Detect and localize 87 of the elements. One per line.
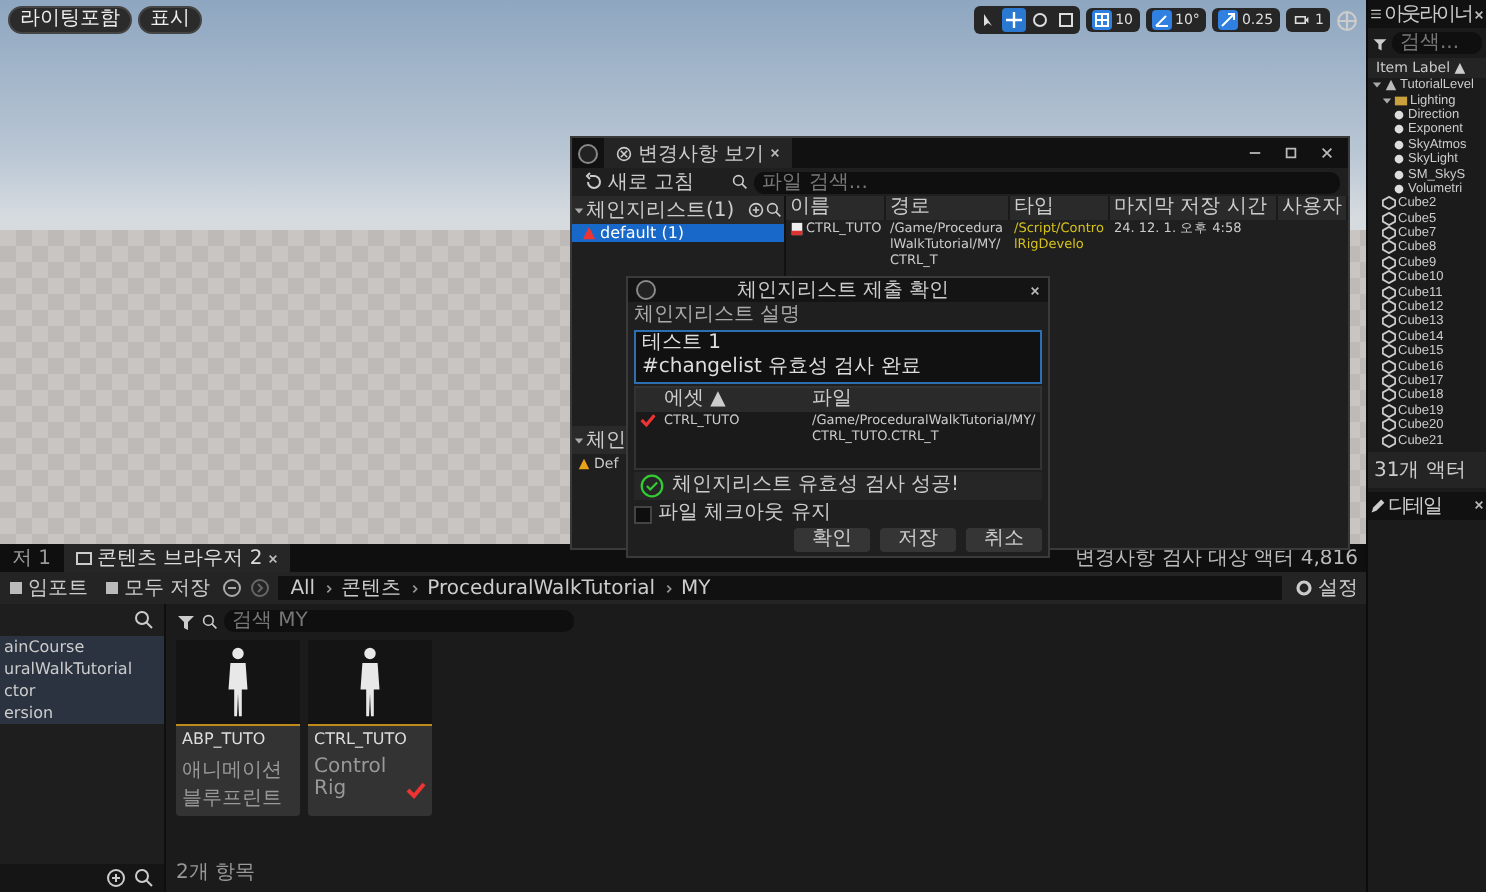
search-icon <box>732 174 749 190</box>
search-field[interactable]: 검색 MY <box>224 610 574 632</box>
folder-tree-item[interactable]: ainCourse <box>0 636 164 658</box>
description-label: 체인지리스트 설명 <box>634 304 803 328</box>
pencil-icon <box>1370 497 1386 514</box>
expand-arrow-icon[interactable] <box>1372 80 1382 91</box>
folder-tree-item[interactable]: uralWalkTutorial <box>0 658 164 680</box>
asset-name: ABP_TUTO <box>180 728 268 752</box>
dialog-title: 체인지리스트 제출 확인 <box>734 278 952 304</box>
close-icon[interactable] <box>1474 9 1484 19</box>
breadcrumb-link[interactable]: 콘텐츠 <box>341 574 402 602</box>
toolbar-button[interactable]: 모두 저장 <box>100 574 215 602</box>
file-icon <box>790 221 804 235</box>
scale-tool-icon[interactable] <box>1053 8 1078 32</box>
asset-tile[interactable]: ABP_TUTO 애니메이션 블루프린트 <box>176 640 300 816</box>
toolbar-icon <box>8 580 24 596</box>
column-header[interactable]: 에셋 ▲ <box>660 388 808 412</box>
item-count: 2개 항목 <box>176 860 258 886</box>
column-header[interactable]: 이름 <box>786 196 886 220</box>
toolbar-button[interactable]: 임포트 <box>4 574 92 602</box>
camera-icon <box>1291 10 1312 30</box>
chevron-icon <box>409 583 420 593</box>
dialog-button[interactable]: 취소 <box>966 528 1042 552</box>
dialog-button[interactable]: 확인 <box>794 528 870 552</box>
content-browser-tab[interactable]: 콘텐츠 브라우저 2 <box>63 544 291 572</box>
search-field[interactable]: 검색... <box>1392 32 1482 54</box>
refresh-button[interactable]: 새로 고침 <box>580 168 699 196</box>
chevron-icon <box>323 583 334 593</box>
filter-icon[interactable] <box>1372 35 1388 51</box>
view-mode-button[interactable]: 라이팅포함 <box>8 6 132 34</box>
validation-banner: 체인지리스트 유효성 검사 성공! <box>634 472 1042 500</box>
asset-type: Control Rig <box>314 756 389 800</box>
refresh-icon <box>584 172 604 192</box>
add-icon[interactable] <box>748 202 764 218</box>
search-icon[interactable] <box>134 868 154 888</box>
changelist-item[interactable]: default (1) <box>572 224 784 242</box>
asset-type: 애니메이션 블루프린트 <box>182 758 284 812</box>
collapse-arrow-icon[interactable] <box>574 435 584 445</box>
breadcrumb-link[interactable]: ProceduralWalkTutorial <box>427 577 656 599</box>
asset-tile[interactable]: CTRL_TUTO Control Rig <box>308 640 432 816</box>
dialog-button[interactable]: 저장 <box>880 528 956 552</box>
close-icon[interactable] <box>1474 500 1484 511</box>
forward-icon[interactable] <box>250 578 271 598</box>
search-icon <box>202 613 218 629</box>
column-header[interactable]: 사용자 <box>1278 196 1348 220</box>
breadcrumb-link[interactable]: MY <box>681 577 711 599</box>
description-field[interactable]: 테스트 1 #changelist 유효성 검사 완료 <box>634 330 1042 384</box>
rotate-snap-icon[interactable] <box>1151 10 1172 30</box>
close-icon[interactable] <box>268 553 279 563</box>
search-icon[interactable] <box>766 202 782 218</box>
actor-count: 31개 액터 <box>1368 451 1486 488</box>
rotate-tool-icon[interactable] <box>1027 8 1052 32</box>
column-header[interactable]: 타입 <box>1010 196 1110 220</box>
details-title: 디테일 <box>1388 493 1443 520</box>
checkbox[interactable] <box>634 505 652 523</box>
outliner-title: 아웃라이너 <box>1384 2 1472 28</box>
success-check-icon <box>640 474 664 498</box>
scale-snap-icon[interactable] <box>1217 10 1238 30</box>
folder-tree-item[interactable]: ersion <box>0 702 164 724</box>
search-field[interactable]: 파일 검색... <box>754 171 1340 193</box>
filter-icon[interactable] <box>176 611 196 631</box>
toolbar-icon <box>104 580 120 596</box>
content-browser-tab[interactable]: 저 1 <box>0 544 64 572</box>
breadcrumb-link[interactable]: All <box>290 577 316 599</box>
folder-icon <box>1394 93 1408 108</box>
column-header[interactable]: 마지막 저장 시간 <box>1110 196 1278 220</box>
settings-button[interactable]: 설정 <box>1290 574 1362 602</box>
folder-tree-item[interactable]: ctor <box>0 680 164 702</box>
search-icon[interactable] <box>134 610 154 630</box>
window-tab[interactable]: 변경사항 보기 <box>604 138 793 168</box>
chevron-icon <box>663 583 674 593</box>
move-tool-icon[interactable] <box>1001 8 1026 32</box>
view-mode-button[interactable]: 표시 <box>138 6 202 34</box>
level-icon <box>1384 78 1398 93</box>
grid-snap-icon[interactable] <box>1091 10 1112 30</box>
close-icon[interactable] <box>1030 285 1040 295</box>
add-icon[interactable] <box>106 868 126 888</box>
collapse-arrow-icon[interactable] <box>574 205 584 215</box>
checkbox-label: 파일 체크아웃 유지 <box>658 502 831 526</box>
close-icon[interactable] <box>770 148 781 158</box>
list-icon <box>1370 8 1382 20</box>
status-text: 변경사항 검사 대상 액터 4,816 <box>1075 546 1360 572</box>
column-header[interactable]: 파일 <box>808 388 1040 412</box>
asset-name: CTRL_TUTO <box>312 728 409 752</box>
column-header[interactable]: 경로 <box>886 196 1010 220</box>
folder-icon <box>75 550 92 566</box>
expand-arrow-icon[interactable] <box>1382 95 1392 106</box>
